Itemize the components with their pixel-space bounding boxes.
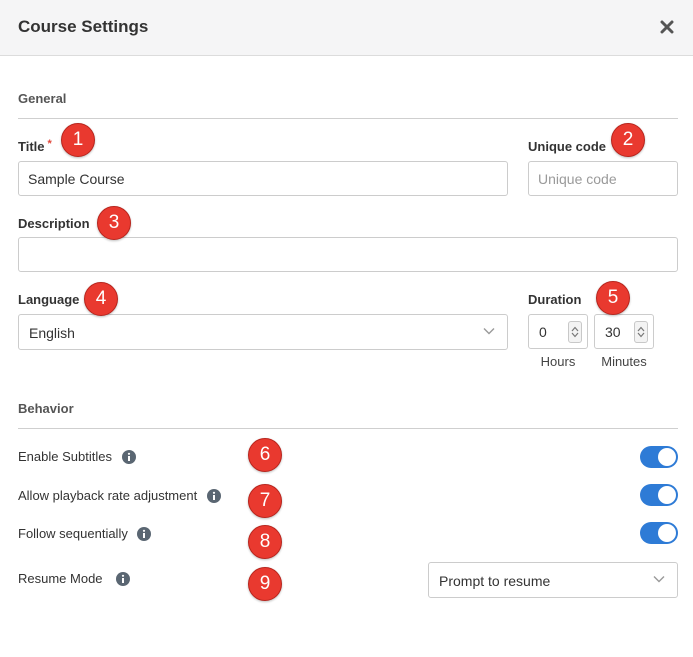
- annotation-badge-4: 4: [84, 282, 118, 316]
- title-input[interactable]: [18, 161, 508, 196]
- hours-value: 0: [539, 324, 547, 340]
- info-icon[interactable]: [121, 449, 136, 464]
- language-select[interactable]: English: [18, 314, 508, 350]
- info-icon[interactable]: [137, 526, 152, 541]
- description-input[interactable]: [18, 237, 678, 272]
- hours-label: Hours: [540, 354, 576, 369]
- annotation-badge-8: 8: [248, 525, 282, 559]
- toggle-knob: [658, 448, 676, 466]
- title-label-text: Title: [18, 139, 45, 154]
- minutes-decrement-icon[interactable]: [637, 332, 645, 338]
- annotation-badge-2: 2: [611, 123, 645, 157]
- toggle-knob: [658, 486, 676, 504]
- resume-mode-row: Resume Mode: [18, 571, 131, 587]
- playback-rate-label: Allow playback rate adjustment: [18, 488, 198, 503]
- follow-sequentially-label: Follow sequentially: [18, 526, 128, 541]
- annotation-badge-9: 9: [248, 567, 282, 601]
- section-general-title: General: [18, 91, 67, 106]
- annotation-badge-3: 3: [97, 206, 131, 240]
- playback-rate-row: Allow playback rate adjustment: [18, 488, 221, 504]
- duration-label: Duration: [528, 292, 582, 307]
- minutes-label: Minutes: [601, 354, 647, 369]
- language-select-value: English: [29, 325, 75, 341]
- annotation-badge-7: 7: [248, 484, 282, 518]
- resume-mode-select[interactable]: Prompt to resume: [428, 562, 678, 598]
- unique-code-label: Unique code: [528, 139, 607, 154]
- minutes-stepper[interactable]: 30: [594, 314, 654, 349]
- modal-title: Course Settings: [18, 17, 149, 36]
- enable-subtitles-row: Enable Subtitles: [18, 449, 136, 465]
- close-icon: [660, 20, 674, 34]
- enable-subtitles-toggle[interactable]: [640, 446, 678, 468]
- modal-header: Course Settings: [0, 0, 693, 56]
- title-label: Title *: [18, 138, 52, 154]
- resume-mode-select-value: Prompt to resume: [439, 573, 551, 589]
- chevron-down-icon: [483, 328, 495, 335]
- annotation-badge-5: 5: [596, 281, 630, 315]
- unique-code-input[interactable]: [528, 161, 678, 196]
- hours-spinner: [568, 321, 582, 343]
- resume-mode-label: Resume Mode: [18, 571, 103, 586]
- close-button[interactable]: [656, 16, 678, 38]
- minutes-spinner: [634, 321, 648, 343]
- section-behavior-divider: [18, 428, 678, 429]
- playback-rate-toggle[interactable]: [640, 484, 678, 506]
- language-label: Language: [18, 292, 80, 307]
- enable-subtitles-label: Enable Subtitles: [18, 449, 112, 464]
- minutes-value: 30: [605, 324, 621, 340]
- hours-stepper[interactable]: 0: [528, 314, 588, 349]
- toggle-knob: [658, 524, 676, 542]
- required-mark: *: [47, 138, 52, 150]
- annotation-badge-6: 6: [248, 438, 282, 472]
- follow-sequentially-toggle[interactable]: [640, 522, 678, 544]
- info-icon[interactable]: [116, 571, 131, 586]
- annotation-badge-1: 1: [61, 123, 95, 157]
- section-general-divider: [18, 118, 678, 119]
- description-label: Description: [18, 216, 90, 231]
- info-icon[interactable]: [206, 488, 221, 503]
- section-behavior-title: Behavior: [18, 401, 74, 416]
- chevron-down-icon: [653, 576, 665, 583]
- hours-decrement-icon[interactable]: [571, 332, 579, 338]
- follow-sequentially-row: Follow sequentially: [18, 526, 152, 542]
